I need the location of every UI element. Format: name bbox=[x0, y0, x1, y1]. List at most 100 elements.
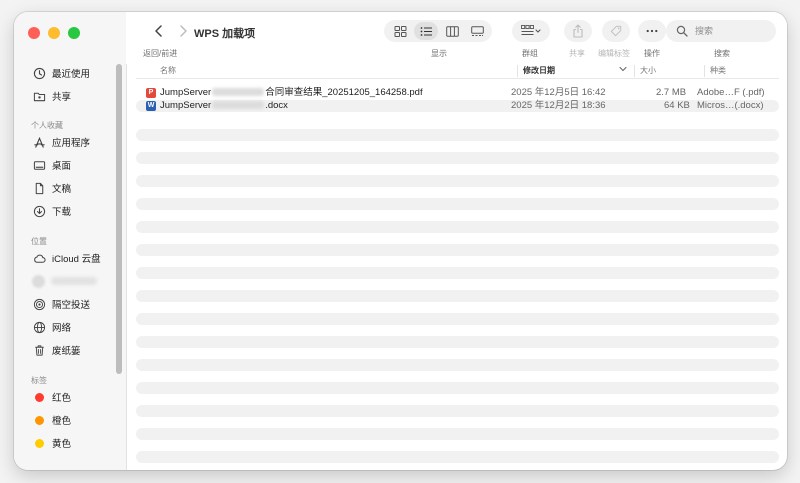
redacted-text bbox=[212, 101, 265, 110]
sort-chevron-down-icon[interactable] bbox=[619, 65, 627, 74]
column-view-button[interactable] bbox=[440, 22, 464, 40]
applications-icon bbox=[32, 135, 46, 149]
sidebar-item-label: 橙色 bbox=[52, 416, 72, 427]
sidebar-item-label: iCloud 云盘 bbox=[52, 254, 101, 265]
window-controls bbox=[28, 27, 80, 39]
window-title: WPS 加载项 bbox=[194, 28, 256, 40]
empty-row bbox=[136, 244, 779, 256]
empty-row bbox=[136, 428, 779, 440]
yellow-tag-dot-icon bbox=[34, 438, 44, 448]
download-icon bbox=[32, 204, 46, 218]
redacted-text bbox=[212, 88, 265, 97]
size-column-header[interactable]: 大小 bbox=[640, 65, 656, 76]
empty-row bbox=[136, 382, 779, 394]
empty-row bbox=[136, 290, 779, 302]
airdrop-icon bbox=[32, 297, 46, 311]
sidebar-item-trash[interactable]: 废纸篓 bbox=[32, 341, 120, 359]
group-button[interactable] bbox=[512, 20, 550, 42]
grid-icon bbox=[394, 25, 406, 37]
sidebar: 最近使用 共享 个人收藏 应用程序 桌面 文稿 下载 位置 iCloud 云盘 … bbox=[14, 12, 127, 470]
column-header: 名称 修改日期 大小 种类 bbox=[126, 64, 787, 78]
gallery-view-button[interactable] bbox=[465, 22, 489, 40]
sidebar-item-icloud[interactable]: iCloud 云盘 bbox=[32, 249, 120, 267]
search-icon bbox=[676, 25, 688, 37]
zoom-window-button[interactable] bbox=[68, 27, 80, 39]
kind-column-header[interactable]: 种类 bbox=[710, 65, 726, 76]
share-icon bbox=[573, 24, 583, 38]
empty-row bbox=[136, 152, 779, 164]
sidebar-item-label: 文稿 bbox=[52, 184, 72, 195]
share-button[interactable] bbox=[564, 20, 592, 42]
sidebar-item-shared[interactable]: 共享 bbox=[32, 87, 120, 105]
sidebar-item-network[interactable]: 网络 bbox=[32, 318, 120, 336]
sidebar-item-label: 下载 bbox=[52, 207, 72, 218]
sidebar-item-label: 废纸篓 bbox=[52, 346, 81, 357]
shared-folder-icon bbox=[32, 89, 46, 103]
search-input[interactable] bbox=[693, 25, 775, 37]
network-icon bbox=[32, 320, 46, 334]
sidebar-item-label: 网络 bbox=[52, 323, 72, 334]
search-field[interactable] bbox=[666, 20, 776, 42]
empty-row bbox=[136, 129, 779, 141]
list-view-button[interactable] bbox=[414, 22, 438, 40]
toolbar: WPS 加载项 返回/前进 显示 群组 共享 编辑标签 操作 搜索 搜索 bbox=[126, 12, 787, 64]
empty-row bbox=[136, 451, 779, 463]
sidebar-item-documents[interactable]: 文稿 bbox=[32, 179, 120, 197]
empty-row bbox=[136, 175, 779, 187]
sidebar-item-applications[interactable]: 应用程序 bbox=[32, 133, 120, 151]
pdf-file-icon: P bbox=[146, 87, 156, 98]
chevron-right-icon bbox=[180, 25, 187, 37]
sidebar-item-recent[interactable]: 最近使用 bbox=[32, 64, 120, 82]
nav-label: 返回/前进 bbox=[143, 49, 178, 58]
clock-icon bbox=[32, 66, 46, 80]
file-name: JumpServer .docx bbox=[160, 100, 288, 111]
forward-button[interactable] bbox=[174, 22, 192, 40]
redacted-location[interactable] bbox=[32, 274, 102, 288]
group-icon bbox=[521, 25, 541, 35]
edit-tags-button[interactable] bbox=[602, 20, 630, 42]
file-date: 2025 年12月2日 18:36 bbox=[511, 100, 606, 111]
sidebar-item-desktop[interactable]: 桌面 bbox=[32, 156, 120, 174]
icon-view-button[interactable] bbox=[388, 22, 412, 40]
file-date: 2025 年12月5日 16:42 bbox=[511, 87, 606, 98]
file-kind: Micros…(.docx) bbox=[697, 100, 764, 111]
sidebar-tag-yellow[interactable]: 黄色 bbox=[32, 434, 120, 452]
table-row[interactable]: P JumpServer 合同审查结果_20251205_164258.pdf 2… bbox=[136, 87, 779, 99]
document-icon bbox=[32, 181, 46, 195]
sidebar-item-label: 最近使用 bbox=[52, 69, 91, 80]
desktop-icon bbox=[32, 158, 46, 172]
sidebar-item-label: 隔空投送 bbox=[52, 300, 91, 311]
red-tag-dot-icon bbox=[34, 392, 44, 402]
sidebar-item-label: 黄色 bbox=[52, 439, 72, 450]
back-button[interactable] bbox=[150, 22, 168, 40]
sidebar-item-label: 应用程序 bbox=[52, 138, 91, 149]
edit-tags-label: 编辑标签 bbox=[598, 49, 630, 58]
view-mode-segmented-control bbox=[384, 20, 492, 42]
sidebar-item-label: 共享 bbox=[52, 92, 72, 103]
sidebar-tag-orange[interactable]: 橙色 bbox=[32, 411, 120, 429]
sidebar-item-downloads[interactable]: 下载 bbox=[32, 202, 120, 220]
empty-row bbox=[136, 198, 779, 210]
empty-row bbox=[136, 336, 779, 348]
sidebar-item-label: 红色 bbox=[52, 393, 72, 404]
table-row[interactable]: W JumpServer .docx 2025 年12月2日 18:36 64 K… bbox=[136, 100, 779, 112]
sidebar-scrollbar[interactable] bbox=[116, 64, 122, 374]
trash-icon bbox=[32, 343, 46, 357]
minimize-window-button[interactable] bbox=[48, 27, 60, 39]
empty-row bbox=[136, 313, 779, 325]
empty-row bbox=[136, 359, 779, 371]
favorites-section-title: 个人收藏 bbox=[31, 121, 63, 130]
date-column-header[interactable]: 修改日期 bbox=[523, 65, 555, 76]
finder-window: 最近使用 共享 个人收藏 应用程序 桌面 文稿 下载 位置 iCloud 云盘 … bbox=[14, 12, 787, 470]
search-label: 搜索 bbox=[714, 49, 730, 58]
sidebar-item-airdrop[interactable]: 隔空投送 bbox=[32, 295, 120, 313]
empty-row bbox=[136, 221, 779, 233]
file-name: JumpServer 合同审查结果_20251205_164258.pdf bbox=[160, 87, 423, 98]
close-window-button[interactable] bbox=[28, 27, 40, 39]
actions-button[interactable] bbox=[638, 20, 666, 42]
name-column-header[interactable]: 名称 bbox=[160, 65, 176, 76]
locations-section-title: 位置 bbox=[31, 237, 47, 246]
sidebar-tag-red[interactable]: 红色 bbox=[32, 388, 120, 406]
share-label: 共享 bbox=[569, 49, 585, 58]
sidebar-item-label: 桌面 bbox=[52, 161, 72, 172]
